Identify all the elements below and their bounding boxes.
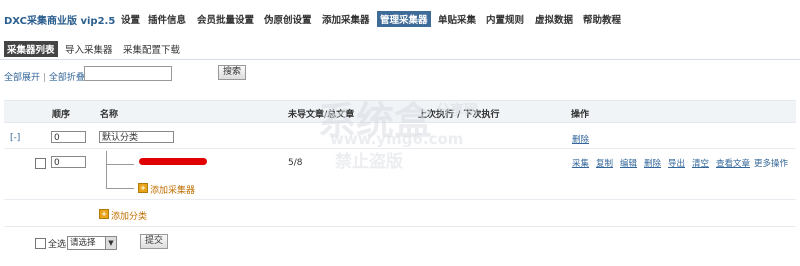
tree-line: [106, 164, 134, 165]
search-input[interactable]: [84, 66, 172, 81]
nav-manage-collector[interactable]: 管理采集器: [377, 11, 431, 27]
batch-action-select[interactable]: 请选择 ▼: [67, 236, 117, 250]
tree-line: [106, 151, 107, 188]
add-category-link[interactable]: 添加分类: [111, 209, 147, 222]
category-order-input[interactable]: 0: [51, 131, 86, 143]
header-operations: 操作: [571, 110, 590, 120]
app-title: DXC采集商业版 vip2.5: [4, 16, 116, 27]
collector-article-count: 5/8: [288, 158, 303, 168]
op-copy-link[interactable]: 复制: [596, 157, 613, 169]
op-delete-link[interactable]: 删除: [644, 157, 661, 169]
redacted-collector-name: [139, 158, 207, 165]
op-collect-link[interactable]: 采集: [572, 157, 589, 169]
nav-pseudo-original[interactable]: 伪原创设置: [264, 12, 312, 26]
collector-checkbox[interactable]: [35, 158, 46, 169]
op-view-articles-link[interactable]: 查看文章: [716, 157, 750, 169]
select-all-label: 全选: [48, 240, 67, 250]
nav-plugin-info[interactable]: 插件信息: [148, 12, 186, 26]
tab-import-collector[interactable]: 导入采集器: [65, 42, 113, 56]
tab-collector-list[interactable]: 采集器列表: [4, 41, 58, 57]
chevron-down-icon: ▼: [105, 237, 116, 249]
category-toggle[interactable]: [-]: [10, 133, 20, 143]
tab-config-download[interactable]: 采集配置下载: [123, 42, 180, 56]
watermark-notice: 禁止盗版: [335, 152, 403, 172]
nav-single-post[interactable]: 单贴采集: [438, 12, 476, 26]
nav-settings[interactable]: 设置: [121, 12, 140, 26]
collector-order-input[interactable]: 0: [51, 156, 86, 168]
watermark-brand: 分享网: [436, 103, 478, 119]
add-icon: +: [99, 209, 109, 219]
select-all-checkbox[interactable]: [35, 238, 46, 249]
collapse-all-link[interactable]: 全部折叠: [49, 73, 85, 83]
nav-virtual-data[interactable]: 虚拟数据: [535, 12, 573, 26]
nav-add-collector[interactable]: 添加采集器: [322, 12, 370, 26]
separator: |: [42, 73, 46, 83]
category-name-input[interactable]: 默认分类: [99, 131, 174, 143]
search-button[interactable]: 搜索: [218, 65, 247, 80]
category-delete-link[interactable]: 删除: [572, 133, 589, 145]
more-ops-dropdown[interactable]: 更多操作: [754, 157, 788, 169]
row-divider: [4, 226, 796, 227]
nav-member-batch[interactable]: 会员批量设置: [197, 12, 254, 26]
row-divider: [4, 199, 796, 200]
nav-builtin-rules[interactable]: 内置规则: [486, 12, 524, 26]
add-collector-link[interactable]: 添加采集器: [150, 183, 195, 196]
add-icon: +: [138, 183, 148, 193]
select-value: 请选择: [70, 238, 96, 248]
expand-all-link[interactable]: 全部展开: [4, 73, 40, 83]
header-order: 顺序: [52, 110, 71, 120]
submit-button[interactable]: 提交: [140, 234, 169, 249]
op-edit-link[interactable]: 编辑: [620, 157, 637, 169]
header-name: 名称: [100, 110, 119, 120]
divider: [0, 59, 800, 60]
tree-line: [106, 188, 134, 189]
watermark-url: www.ymg6.com: [330, 130, 464, 148]
op-export-link[interactable]: 导出: [668, 157, 685, 169]
nav-help[interactable]: 帮助教程: [583, 12, 621, 26]
op-clear-link[interactable]: 清空: [692, 157, 709, 169]
expand-collapse-links: 全部展开 | 全部折叠: [4, 70, 85, 83]
